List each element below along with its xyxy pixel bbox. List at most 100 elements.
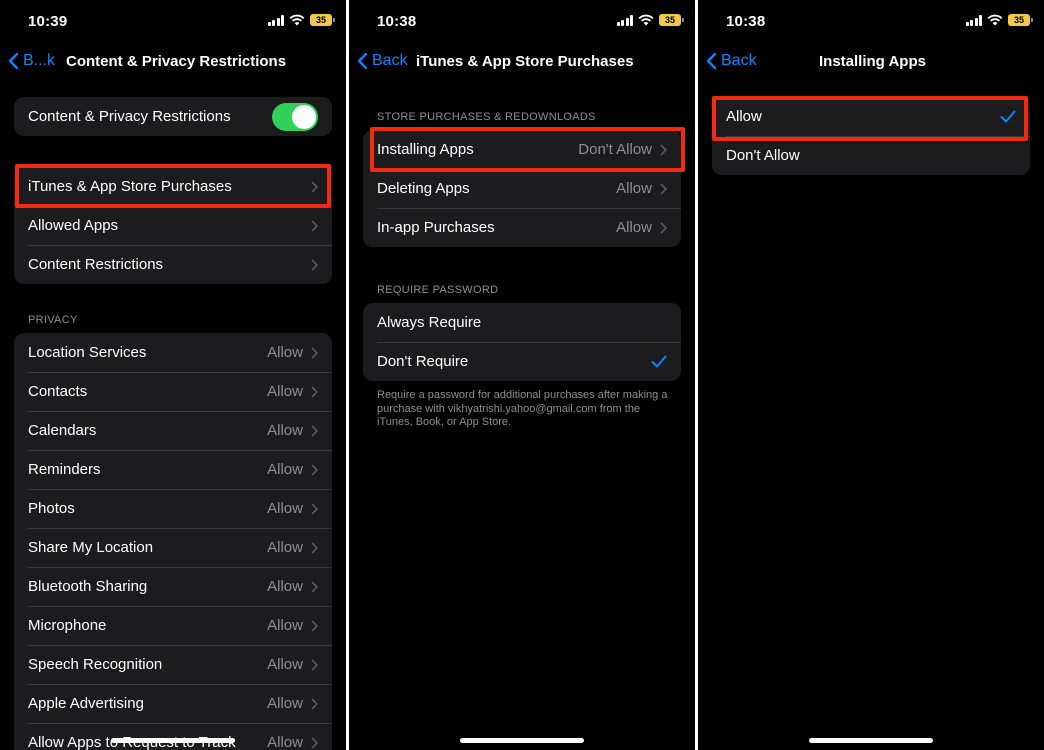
privacy-item-label: Speech Recognition xyxy=(28,656,163,673)
cellular-signal-icon xyxy=(267,14,284,26)
back-button[interactable]: Back xyxy=(706,52,757,70)
menu-item-content-restrictions[interactable]: Content Restrictions xyxy=(14,245,332,284)
cellular-signal-icon xyxy=(965,14,982,26)
privacy-item-microphone[interactable]: Microphone Allow xyxy=(14,606,332,645)
back-label: Back xyxy=(372,52,408,69)
require-password-group: Always Require Don't Require xyxy=(363,303,681,381)
battery-icon: 35 xyxy=(659,14,684,26)
chevron-left-icon xyxy=(8,52,19,70)
chevron-right-icon xyxy=(311,502,318,515)
password-option-dont-require[interactable]: Don't Require xyxy=(363,342,681,381)
privacy-item-calendars[interactable]: Calendars Allow xyxy=(14,411,332,450)
highlight-box xyxy=(15,164,331,208)
chevron-right-icon xyxy=(311,697,318,710)
store-section-header: STORE PURCHASES & REDOWNLOADS xyxy=(377,111,596,123)
privacy-group: Location Services Allow Contacts Allow Cal… xyxy=(14,333,332,750)
status-time: 10:39 xyxy=(28,13,68,30)
privacy-item-value: Allow xyxy=(267,422,303,439)
privacy-item-label: Share My Location xyxy=(28,539,154,556)
privacy-item-value: Allow xyxy=(267,500,303,517)
store-item-value: Allow xyxy=(616,180,652,197)
wifi-icon xyxy=(289,14,305,26)
privacy-item-bluetooth-sharing[interactable]: Bluetooth Sharing Allow xyxy=(14,567,332,606)
chevron-left-icon xyxy=(357,52,368,70)
privacy-item-label: Location Services xyxy=(28,344,147,361)
home-indicator xyxy=(809,738,933,743)
privacy-item-value: Allow xyxy=(267,383,303,400)
status-bar: 10:38 35 xyxy=(698,0,1044,44)
privacy-item-label: Microphone xyxy=(28,617,107,634)
privacy-item-value: Allow xyxy=(267,539,303,556)
privacy-item-value: Allow xyxy=(267,656,303,673)
password-section-header: REQUIRE PASSWORD xyxy=(377,284,499,296)
password-footnote: Require a password for additional purcha… xyxy=(377,389,668,428)
privacy-item-value: Allow xyxy=(267,578,303,595)
menu-item-label: Allowed Apps xyxy=(28,217,119,234)
content-privacy-toggle[interactable] xyxy=(272,102,318,131)
menu-item-allowed-apps[interactable]: Allowed Apps xyxy=(14,206,332,245)
status-time: 10:38 xyxy=(726,13,766,30)
status-bar: 10:39 35 xyxy=(0,0,346,44)
privacy-item-speech-recognition[interactable]: Speech Recognition Allow xyxy=(14,645,332,684)
battery-icon: 35 xyxy=(1008,14,1033,26)
chevron-right-icon xyxy=(311,580,318,593)
privacy-item-allow-apps-to-request-to-track[interactable]: Allow Apps to Request to TrackAllow xyxy=(14,723,332,750)
privacy-item-value: Allow xyxy=(267,734,303,750)
back-label: Back xyxy=(721,52,757,69)
cellular-signal-icon xyxy=(616,14,633,26)
option-label: Don't Allow xyxy=(726,147,800,164)
wifi-icon xyxy=(987,14,1003,26)
store-item-value: Allow xyxy=(616,219,652,236)
privacy-item-label: Photos xyxy=(28,500,75,517)
chevron-right-icon xyxy=(311,424,318,437)
chevron-left-icon xyxy=(706,52,717,70)
installing-apps-screen: 10:38 35 Back Installing Apps Allow Don'… xyxy=(698,0,1044,750)
navigation-bar: Back iTunes & App Store Purchases xyxy=(349,44,695,80)
chevron-right-icon xyxy=(311,346,318,359)
wifi-icon xyxy=(638,14,654,26)
store-item-label: Deleting Apps xyxy=(377,180,470,197)
highlight-box xyxy=(370,127,685,172)
privacy-item-label: Reminders xyxy=(28,461,101,478)
password-option-always-require[interactable]: Always Require xyxy=(363,303,681,342)
toggle-label: Content & Privacy Restrictions xyxy=(28,108,231,125)
checkmark-icon xyxy=(651,355,667,368)
back-label: B...k xyxy=(23,52,56,69)
privacy-item-label: Contacts xyxy=(28,383,88,400)
page-title: Content & Privacy Restrictions xyxy=(66,53,287,70)
chevron-right-icon xyxy=(311,658,318,671)
privacy-item-contacts[interactable]: Contacts Allow xyxy=(14,372,332,411)
password-option-label: Don't Require xyxy=(377,353,469,370)
privacy-item-value: Allow xyxy=(267,461,303,478)
battery-icon: 35 xyxy=(310,14,335,26)
navigation-bar: Back Installing Apps xyxy=(698,44,1044,80)
content-privacy-toggle-row: Content & Privacy Restrictions xyxy=(14,97,332,136)
chevron-right-icon xyxy=(311,258,318,271)
privacy-item-photos[interactable]: Photos Allow xyxy=(14,489,332,528)
page-title: iTunes & App Store Purchases xyxy=(416,53,634,70)
store-item-in-app-purchases[interactable]: In-app Purchases Allow xyxy=(363,208,681,247)
chevron-right-icon xyxy=(311,219,318,232)
menu-item-label: Content Restrictions xyxy=(28,256,164,273)
content-privacy-screen: 10:39 35 B...k Content & Privacy Restric… xyxy=(0,0,346,750)
privacy-item-label: Bluetooth Sharing xyxy=(28,578,148,595)
restrictions-toggle-group: Content & Privacy Restrictions xyxy=(14,97,332,136)
toggle-knob xyxy=(292,104,316,129)
back-button[interactable]: B...k xyxy=(8,52,55,70)
privacy-item-location-services[interactable]: Location Services Allow xyxy=(14,333,332,372)
home-indicator xyxy=(460,738,584,743)
highlight-box xyxy=(712,96,1028,141)
privacy-item-label: Apple Advertising xyxy=(28,695,144,712)
privacy-item-reminders[interactable]: Reminders Allow xyxy=(14,450,332,489)
privacy-item-share-my-location[interactable]: Share My Location Allow xyxy=(14,528,332,567)
navigation-bar: B...k Content & Privacy Restrictions xyxy=(0,44,346,80)
back-button[interactable]: Back xyxy=(357,52,408,70)
status-bar: 10:38 35 xyxy=(349,0,695,44)
privacy-item-apple-advertising[interactable]: Apple Advertising Allow xyxy=(14,684,332,723)
option-dont-allow[interactable]: Don't Allow xyxy=(712,136,1030,175)
privacy-item-value: Allow xyxy=(267,695,303,712)
chevron-right-icon xyxy=(660,221,667,234)
privacy-item-value: Allow xyxy=(267,344,303,361)
privacy-item-label: Calendars xyxy=(28,422,97,439)
store-item-deleting-apps[interactable]: Deleting Apps Allow xyxy=(363,169,681,208)
